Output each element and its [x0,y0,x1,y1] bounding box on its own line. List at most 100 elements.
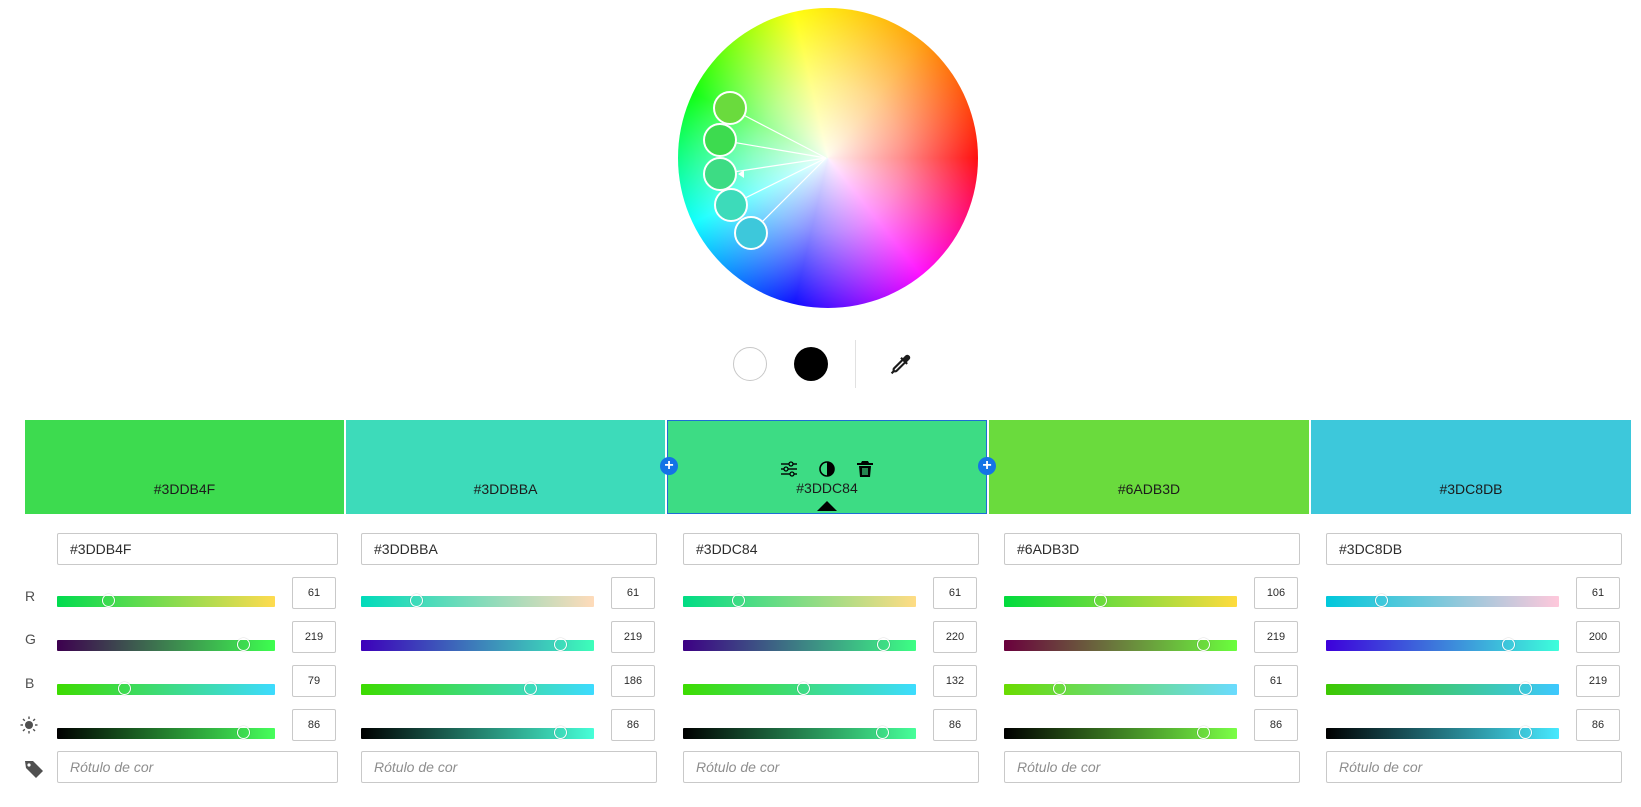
b-slider[interactable] [361,682,594,695]
b-slider[interactable] [57,682,275,695]
brightness-slider[interactable] [57,726,275,739]
brightness-value-input[interactable]: 86 [611,709,655,741]
wheel-handle-4[interactable] [714,188,748,222]
add-swatch-after-button[interactable]: + [978,457,996,475]
r-value-input[interactable]: 61 [933,577,977,609]
b-value-input[interactable]: 219 [1576,665,1620,697]
brightness-icon [20,716,38,734]
brightness-slider-handle[interactable] [1519,726,1532,739]
r-slider-handle[interactable] [1094,594,1107,607]
r-value-input[interactable]: 61 [611,577,655,609]
swatch-tools [668,459,986,479]
brightness-slider[interactable] [1326,726,1559,739]
color-label-input[interactable]: Rótulo de cor [1004,751,1300,783]
r-slider[interactable] [1004,594,1237,607]
brightness-value-input[interactable]: 86 [933,709,977,741]
row-label-b: B [25,675,35,691]
selected-caret-icon [817,501,837,511]
brightness-slider[interactable] [683,726,916,739]
g-slider-handle[interactable] [1197,638,1210,651]
swatch-1[interactable]: #3DDB4F [25,420,344,514]
g-slider-handle[interactable] [1502,638,1515,651]
brightness-value-input[interactable]: 86 [1576,709,1620,741]
g-slider-handle[interactable] [237,638,250,651]
r-value-input[interactable]: 61 [292,577,336,609]
brightness-slider-handle[interactable] [876,726,889,739]
b-slider-handle[interactable] [524,682,537,695]
brightness-slider-handle[interactable] [237,726,250,739]
b-value-input[interactable]: 186 [611,665,655,697]
wheel-handle-2[interactable] [703,123,737,157]
g-value-input[interactable]: 219 [292,621,336,653]
r-slider-handle[interactable] [102,594,115,607]
g-slider-handle[interactable] [877,638,890,651]
sliders-icon[interactable] [779,459,799,479]
wheel-handle-3[interactable] [703,157,737,191]
g-slider-handle[interactable] [554,638,567,651]
b-value-input[interactable]: 61 [1254,665,1298,697]
contrast-icon[interactable] [817,459,837,479]
color-wheel-handles[interactable] [678,8,978,308]
b-value-input[interactable]: 132 [933,665,977,697]
r-value-input[interactable]: 106 [1254,577,1298,609]
swatch-5[interactable]: #3DC8DB [1311,420,1631,514]
g-value-input[interactable]: 220 [933,621,977,653]
trash-icon[interactable] [855,459,875,479]
r-slider[interactable] [683,594,916,607]
color-label-input[interactable]: Rótulo de cor [1326,751,1622,783]
swatch-3-active[interactable]: #3DDC84 [667,420,987,514]
r-value-input[interactable]: 61 [1576,577,1620,609]
b-slider-handle[interactable] [118,682,131,695]
swatch-hex-label: #3DC8DB [1439,481,1503,497]
hex-input[interactable]: #3DDC84 [683,533,979,565]
g-slider[interactable] [1326,638,1559,651]
b-slider[interactable] [1326,682,1559,695]
g-slider[interactable] [361,638,594,651]
r-slider-handle[interactable] [410,594,423,607]
g-slider[interactable] [1004,638,1237,651]
swatch-hex-label: #3DDC84 [796,480,858,496]
hex-input[interactable]: #6ADB3D [1004,533,1300,565]
add-swatch-before-button[interactable]: + [660,457,678,475]
r-slider[interactable] [361,594,594,607]
r-slider[interactable] [57,594,275,607]
brightness-slider-handle[interactable] [1197,726,1210,739]
color-label-input[interactable]: Rótulo de cor [683,751,979,783]
b-slider[interactable] [1004,682,1237,695]
hex-input[interactable]: #3DC8DB [1326,533,1622,565]
color-label-input[interactable]: Rótulo de cor [57,751,338,783]
brightness-value-input[interactable]: 86 [292,709,336,741]
g-slider[interactable] [683,638,916,651]
swatch-hex-label: #3DDB4F [153,481,216,497]
g-value-input[interactable]: 219 [611,621,655,653]
r-slider-handle[interactable] [732,594,745,607]
wheel-handle-1[interactable] [713,91,747,125]
eyedropper-icon[interactable] [888,352,914,378]
color-label-input[interactable]: Rótulo de cor [361,751,657,783]
color-wheel[interactable] [678,8,978,308]
b-slider-handle[interactable] [1519,682,1532,695]
wheel-handle-5[interactable] [734,216,768,250]
brightness-slider[interactable] [361,726,594,739]
palette: #3DDB4F #3DDBBA #3DDC84 #6ADB3D #3DC8DB [25,420,1631,514]
brightness-value-input[interactable]: 86 [1254,709,1298,741]
b-value-input[interactable]: 79 [292,665,336,697]
r-slider[interactable] [1326,594,1559,607]
swatch-2[interactable]: #3DDBBA [346,420,665,514]
tag-icon [25,761,43,778]
g-value-input[interactable]: 219 [1254,621,1298,653]
brightness-slider[interactable] [1004,726,1237,739]
g-value-input[interactable]: 200 [1576,621,1620,653]
row-label-g: G [25,631,36,647]
hex-input[interactable]: #3DDB4F [57,533,338,565]
black-swatch-icon[interactable] [794,347,828,381]
swatch-4[interactable]: #6ADB3D [989,420,1309,514]
b-slider[interactable] [683,682,916,695]
b-slider-handle[interactable] [797,682,810,695]
brightness-slider-handle[interactable] [554,726,567,739]
b-slider-handle[interactable] [1053,682,1066,695]
white-swatch-icon[interactable] [733,347,767,381]
r-slider-handle[interactable] [1375,594,1388,607]
g-slider[interactable] [57,638,275,651]
hex-input[interactable]: #3DDBBA [361,533,657,565]
